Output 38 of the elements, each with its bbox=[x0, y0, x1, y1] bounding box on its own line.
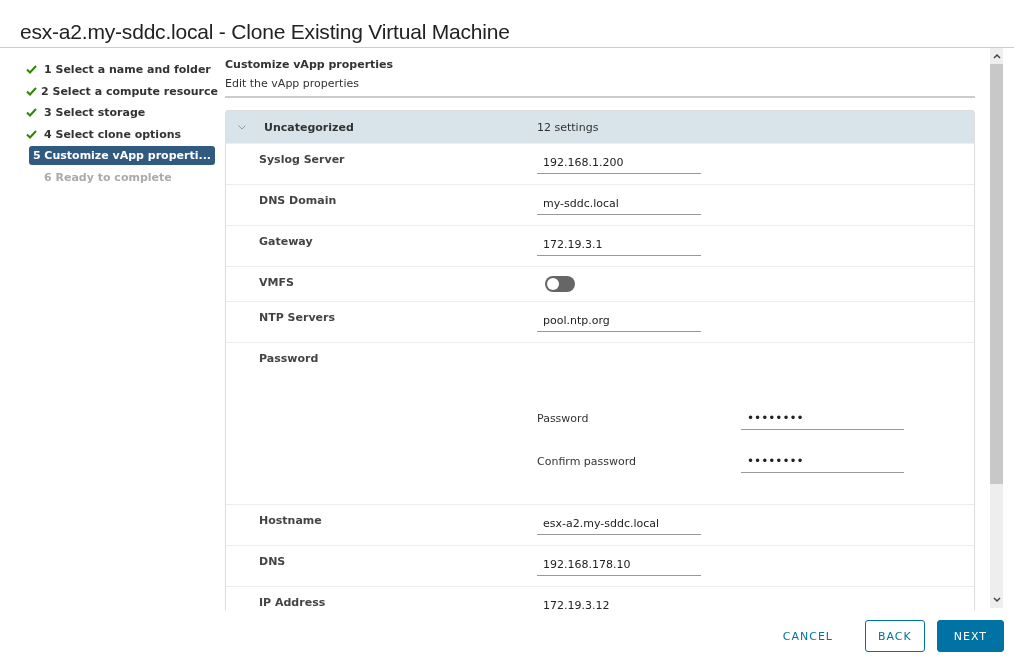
password-field[interactable]: •••••••• bbox=[741, 407, 904, 430]
input-field[interactable]: my-sddc.local bbox=[537, 193, 701, 215]
input-field[interactable]: pool.ntp.org bbox=[537, 310, 701, 332]
input-field[interactable]: 172.19.3.1 bbox=[537, 234, 701, 256]
property-label: NTP Servers bbox=[258, 310, 336, 326]
scroll-up-icon[interactable] bbox=[991, 51, 1002, 61]
wizard-step[interactable]: 3 Select storage bbox=[40, 103, 150, 123]
input-field[interactable]: esx-a2.my-sddc.local bbox=[537, 513, 701, 535]
group-name: Uncategorized bbox=[264, 120, 355, 134]
back-button[interactable]: BACK bbox=[864, 620, 925, 652]
property-label: DNS bbox=[258, 554, 287, 570]
wizard-step[interactable]: 4 Select clone options bbox=[40, 124, 186, 144]
wizard-step[interactable]: 2 Select a compute resource bbox=[37, 81, 222, 101]
toggle-switch[interactable] bbox=[545, 276, 575, 292]
input-field[interactable]: 192.168.178.10 bbox=[537, 554, 701, 576]
property-label: Syslog Server bbox=[258, 152, 346, 168]
property-label: Hostname bbox=[258, 513, 323, 529]
property-label: VMFS bbox=[258, 275, 295, 291]
property-label: Gateway bbox=[258, 234, 314, 250]
next-button[interactable]: NEXT bbox=[936, 620, 1004, 652]
settings-count: 12 settings bbox=[537, 120, 599, 134]
property-label: DNS Domain bbox=[258, 193, 338, 209]
scrollbar-thumb[interactable] bbox=[990, 64, 1003, 484]
field-label: Password bbox=[537, 412, 590, 425]
property-label: IP Address bbox=[258, 595, 327, 610]
scrollbar[interactable] bbox=[990, 48, 1003, 608]
wizard-step[interactable]: 5 Customize vApp properti... bbox=[28, 146, 215, 166]
password-field[interactable]: •••••••• bbox=[741, 450, 904, 473]
input-field[interactable]: 172.19.3.12 bbox=[537, 595, 701, 610]
window-title: esx-a2.my-sddc.local - Clone Existing Virtual Machine bbox=[0, 0, 1014, 48]
page-subtitle: Edit the vApp properties bbox=[225, 77, 360, 90]
scroll-down-icon[interactable] bbox=[991, 595, 1002, 605]
cancel-button[interactable]: CANCEL bbox=[770, 620, 845, 652]
wizard-step[interactable]: 1 Select a name and folder bbox=[40, 60, 215, 80]
field-label: Confirm password bbox=[537, 455, 638, 468]
property-label: Password bbox=[258, 351, 320, 367]
page-title: Customize vApp properties bbox=[225, 58, 395, 71]
input-field[interactable]: 192.168.1.200 bbox=[537, 152, 701, 174]
